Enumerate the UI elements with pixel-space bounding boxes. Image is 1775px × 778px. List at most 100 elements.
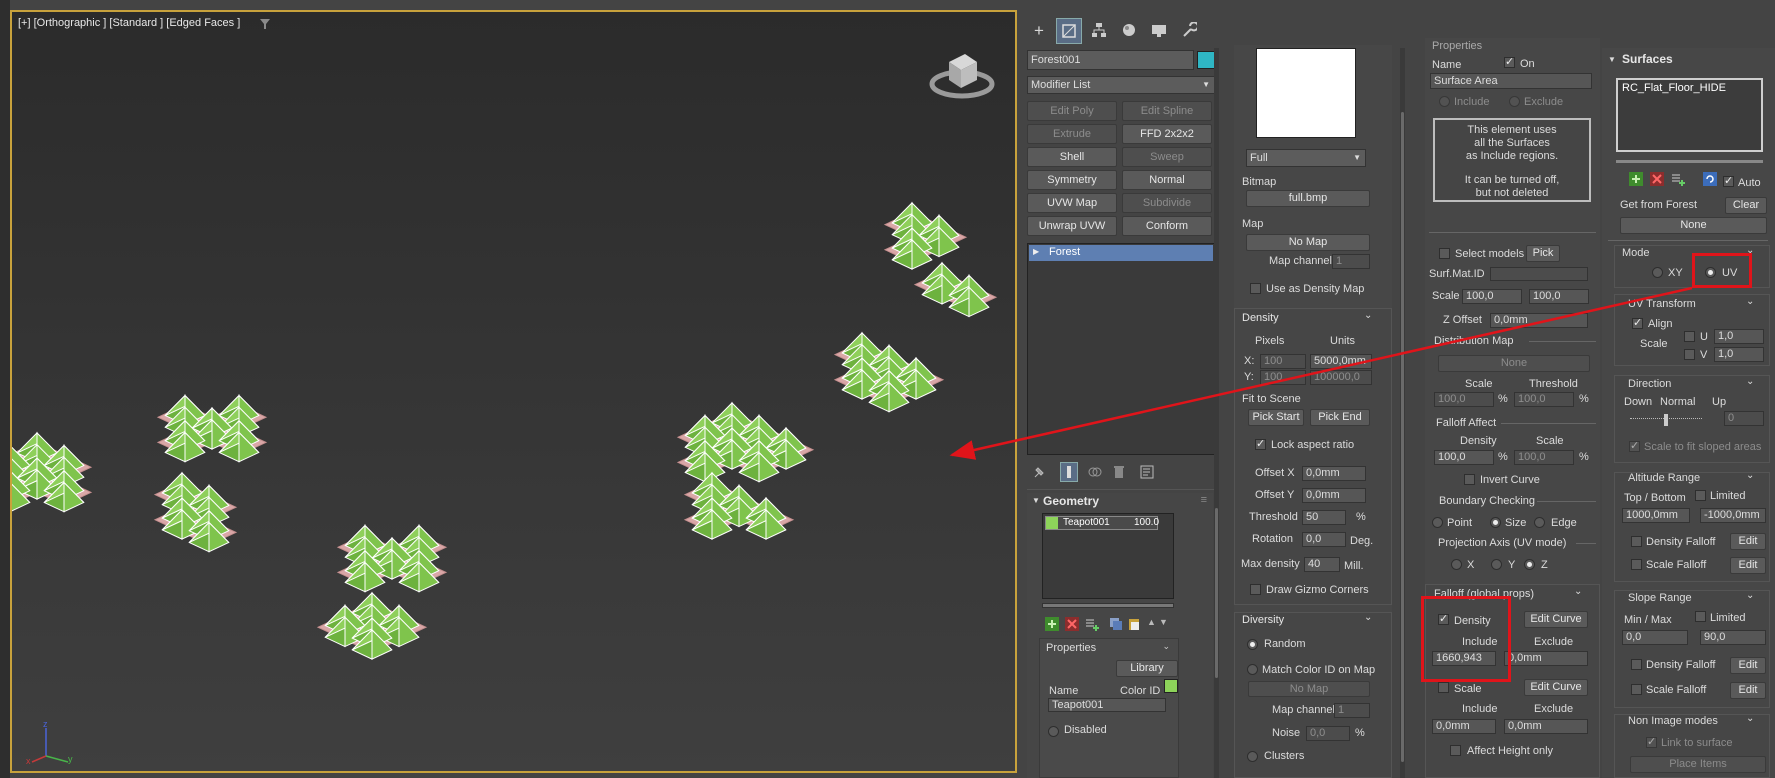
slope-scale-falloff-checkbox[interactable] [1631,684,1642,695]
dist-threshold-field[interactable]: 100,0 [1514,392,1574,407]
remove-surface-icon[interactable] [1650,172,1664,186]
offset-x-field[interactable]: 0,0mm [1302,466,1366,481]
uv-transform-title[interactable]: UV Transform [1628,298,1696,310]
invert-curve-checkbox[interactable] [1464,474,1475,485]
falloff-scale-checkbox[interactable] [1438,682,1449,693]
exclude-radio[interactable] [1509,96,1520,107]
map-channel-field[interactable]: 1 [1332,254,1370,269]
modifier-button[interactable]: Extrude [1027,124,1117,144]
add-surface-icon[interactable] [1629,172,1643,186]
remove-item-icon[interactable] [1065,617,1079,631]
surface-name-field[interactable]: Surface Area [1430,73,1592,89]
list-scrollbar[interactable] [1042,603,1174,608]
geometry-list-item[interactable]: Teapot001 100.0 [1045,516,1159,530]
alt-scale-falloff-checkbox[interactable] [1631,559,1642,570]
fa-scale-field[interactable]: 100,0 [1514,450,1574,465]
dist-scale-field[interactable]: 100,0 [1434,392,1494,407]
non-image-chevron-icon[interactable]: ⌄ [1746,713,1754,724]
pick-start-button[interactable]: Pick Start [1248,409,1304,426]
projection-y-radio[interactable] [1491,559,1502,570]
alt-density-edit-button[interactable]: Edit [1730,533,1766,550]
max-density-field[interactable]: 40 [1304,557,1340,572]
gizmo-corners-checkbox[interactable] [1250,584,1261,595]
geometry-name-field[interactable]: Teapot001 [1048,698,1166,712]
disabled-radio[interactable] [1048,726,1059,737]
object-name-field[interactable]: Forest001 [1027,50,1194,70]
modifier-button[interactable]: Subdivide [1122,193,1212,213]
modifier-button[interactable]: Unwrap UVW [1027,216,1117,236]
align-checkbox[interactable] [1632,316,1643,329]
mode-title[interactable]: Mode [1622,247,1650,259]
pin-stack-icon[interactable] [1032,465,1046,479]
y-pixels-field[interactable]: 100 [1260,370,1306,385]
slope-limited-checkbox[interactable] [1695,611,1706,622]
altitude-limited-checkbox[interactable] [1695,490,1706,501]
on-checkbox[interactable] [1504,55,1515,68]
affect-height-checkbox[interactable] [1450,745,1461,756]
v-field[interactable]: 1,0 [1714,347,1764,362]
slope-max-field[interactable]: 90,0 [1700,630,1766,645]
place-items-button[interactable]: Place Items [1630,756,1766,773]
create-tab-plus-icon[interactable]: + [1026,18,1052,44]
direction-slider[interactable] [1630,414,1702,426]
modifier-button[interactable]: Edit Spline [1122,101,1212,121]
viewport[interactable]: [+] [Orthographic ] [Standard ] [Edged F… [10,10,1017,773]
link-surface-checkbox[interactable] [1646,735,1657,748]
slope-chevron-icon[interactable]: ⌄ [1746,590,1754,601]
diversity-title[interactable]: Diversity [1242,614,1284,626]
hierarchy-tab-icon[interactable] [1086,18,1112,44]
surfaces-list-scrollbar[interactable] [1616,160,1763,163]
make-unique-icon[interactable] [1088,465,1102,479]
pick-end-button[interactable]: Pick End [1310,409,1370,426]
density-title[interactable]: Density [1242,312,1279,324]
bitmap-preview[interactable] [1256,48,1356,138]
modifier-button[interactable]: Conform [1122,216,1212,236]
direction-chevron-icon[interactable]: ⌄ [1746,376,1754,387]
v-checkbox[interactable] [1684,349,1695,360]
noise-field[interactable]: 0,0 [1306,726,1350,741]
slope-scale-edit-button[interactable]: Edit [1730,682,1766,699]
expand-triangle-icon[interactable]: ▶ [1033,247,1039,256]
utilities-tab-icon[interactable] [1176,18,1202,44]
modifier-stack[interactable]: ▶ Forest [1027,243,1215,455]
scale-exclude-field[interactable]: 0,0mm [1504,719,1588,734]
falloff-chevron-icon[interactable]: ⌄ [1574,586,1582,597]
u-field[interactable]: 1,0 [1714,329,1764,344]
density-edit-curve-button[interactable]: Edit Curve [1524,611,1588,628]
modifier-button[interactable]: Sweep [1122,147,1212,167]
random-radio[interactable] [1247,639,1258,650]
x-units-field[interactable]: 5000,0mm [1310,354,1372,369]
surfaces-title[interactable]: Surfaces [1622,52,1673,66]
slope-title[interactable]: Slope Range [1628,592,1692,604]
falloff-exclude-field[interactable]: 0,0mm [1504,651,1588,666]
direction-title[interactable]: Direction [1628,378,1671,390]
stack-item-forest[interactable]: ▶ Forest [1029,245,1213,261]
scale-2-field[interactable]: 100,0 [1529,289,1589,304]
color-id-swatch[interactable] [1164,679,1178,693]
projection-x-radio[interactable] [1451,559,1462,570]
modifier-button[interactable]: Normal [1122,170,1212,190]
fa-density-field[interactable]: 100,0 [1434,450,1494,465]
surfaces-list-item[interactable]: RC_Flat_Floor_HIDE [1622,82,1726,94]
add-surface-list-icon[interactable] [1671,172,1685,186]
slope-density-edit-button[interactable]: Edit [1730,657,1766,674]
lock-aspect-checkbox[interactable] [1255,437,1266,450]
get-from-none-button[interactable]: None [1620,217,1767,234]
boundary-size-radio[interactable] [1490,517,1501,528]
alt-density-falloff-checkbox[interactable] [1631,536,1642,547]
move-down-icon[interactable]: ▼ [1159,617,1168,627]
display-tab-icon[interactable] [1146,18,1172,44]
altitude-bottom-field[interactable]: -1000,0mm [1700,508,1766,523]
distribution-none-button[interactable]: None [1438,355,1590,372]
surf-mat-id-field[interactable] [1490,267,1588,281]
add-item-icon[interactable] [1045,617,1059,631]
panel1-scrollbar[interactable] [1214,48,1219,778]
z-offset-field[interactable]: 0,0mm [1490,313,1588,328]
map-button[interactable]: No Map [1246,234,1370,251]
modifier-list-dropdown[interactable]: Modifier List ▼ [1027,76,1215,94]
alt-scale-edit-button[interactable]: Edit [1730,557,1766,574]
geometry-title[interactable]: Geometry [1043,494,1099,508]
mode-select-dropdown[interactable]: Full ▼ [1246,149,1366,167]
modifier-button[interactable]: Edit Poly [1027,101,1117,121]
scale-1-field[interactable]: 100,0 [1462,289,1522,304]
